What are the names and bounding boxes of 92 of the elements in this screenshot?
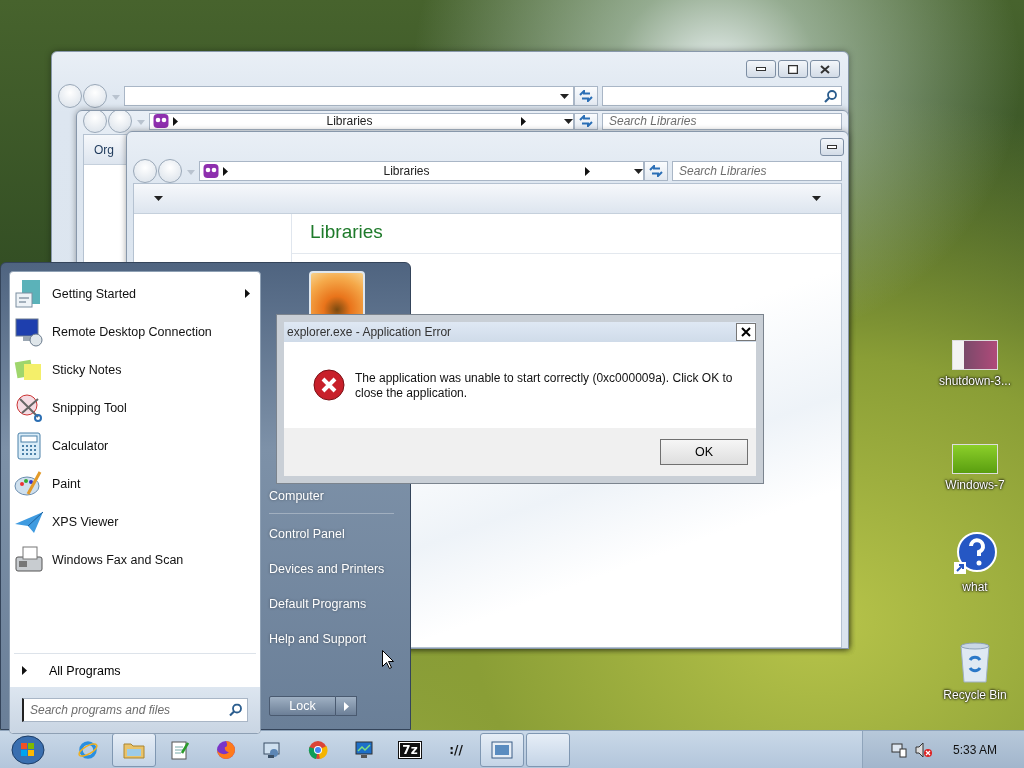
close-icon: [820, 64, 830, 74]
breadcrumb-arrow-icon: [585, 166, 590, 176]
search-icon: [824, 89, 837, 103]
shutdown-options-button[interactable]: [336, 696, 357, 716]
taskbar-button[interactable]: [112, 732, 156, 767]
paint-palette-icon: [14, 469, 44, 499]
program-item[interactable]: Remote Desktop Connection: [10, 313, 260, 351]
monitor-chart-icon: [354, 739, 374, 760]
error-icon: [313, 369, 345, 401]
minimize-button[interactable]: [746, 60, 776, 78]
fax-machine-icon: [14, 545, 44, 575]
scissors-icon: [14, 393, 44, 423]
program-item[interactable]: Calculator: [10, 427, 260, 465]
dropdown-caret-icon: [154, 196, 163, 201]
start-menu-link[interactable]: Devices and Printers: [269, 552, 394, 587]
mouse-pointer-icon: [382, 650, 394, 669]
refresh-button[interactable]: [644, 161, 668, 181]
program-item[interactable]: Paint: [10, 465, 260, 503]
dropdown-caret-icon: [564, 118, 573, 124]
close-button[interactable]: [736, 323, 756, 341]
back-button[interactable]: [58, 84, 82, 108]
breadcrumb-arrow-icon: [223, 166, 228, 176]
monitor-icon: [14, 317, 44, 347]
minimize-icon: [756, 67, 766, 71]
dropdown-caret-icon: [812, 196, 821, 201]
notepad-icon: [171, 739, 189, 760]
address-field[interactable]: Libraries: [199, 161, 644, 181]
address-field[interactable]: [124, 86, 574, 106]
minimize-button[interactable]: [820, 138, 844, 156]
history-caret-icon: [137, 120, 145, 125]
dropdown-caret-icon: [634, 168, 643, 174]
breadcrumb-arrow-icon: [173, 116, 178, 126]
library-heading: Libraries: [292, 214, 841, 254]
forward-button[interactable]: [83, 84, 107, 108]
monitor-icon: [262, 739, 282, 760]
start-menu-link[interactable]: Default Programs: [269, 587, 394, 622]
forward-button[interactable]: [108, 111, 132, 133]
back-button[interactable]: [83, 111, 107, 133]
recycle-bin-icon: [958, 640, 992, 684]
network-icon: [891, 741, 907, 758]
forward-button[interactable]: [158, 159, 182, 183]
search-field[interactable]: Search Libraries: [602, 112, 842, 130]
picture-window-icon: [491, 740, 513, 759]
search-field[interactable]: [602, 86, 842, 106]
close-icon: [741, 327, 751, 337]
start-menu-link[interactable]: Help and Support: [269, 622, 394, 657]
refresh-arrows-icon: [579, 115, 593, 127]
refresh-arrows-icon: [649, 165, 663, 177]
toolbar-button[interactable]: Org: [90, 142, 118, 157]
breadcrumb-arrow-icon: [521, 116, 526, 126]
start-button[interactable]: [8, 733, 48, 766]
maximize-button[interactable]: [778, 60, 808, 78]
breadcrumb-link[interactable]: Libraries: [182, 114, 517, 128]
close-button[interactable]: [810, 60, 840, 78]
dropdown-caret-icon: [560, 93, 569, 99]
windows-orb-icon: [11, 734, 45, 765]
address-field[interactable]: Libraries: [149, 112, 574, 130]
program-item[interactable]: Snipping Tool: [10, 389, 260, 427]
back-button[interactable]: [133, 159, 157, 183]
taskbar-button[interactable]: [526, 732, 570, 767]
program-item[interactable]: XPS Viewer: [10, 503, 260, 541]
history-caret-icon: [112, 95, 120, 100]
taskbar-button[interactable]: [480, 732, 524, 767]
minimize-icon: [827, 145, 837, 149]
error-message: The application was unable to start correctly (0xc000009a). Click OK to close the application.: [355, 370, 734, 401]
submenu-arrow-icon: [245, 289, 250, 298]
dialog-title: explorer.exe - Application Error: [287, 325, 452, 339]
calculator-icon: [14, 431, 44, 461]
thumbnail-image: [952, 444, 998, 474]
speaker-muted-icon: [915, 741, 933, 758]
help-shortcut-icon: [953, 532, 997, 576]
search-icon: [229, 703, 242, 717]
restore-icon: [788, 64, 798, 74]
refresh-button[interactable]: [574, 86, 598, 106]
taskbar-button[interactable]: ://: [434, 732, 478, 767]
thumbnail-image: [952, 340, 998, 370]
taskbar-button[interactable]: 7z: [388, 732, 432, 767]
clock: 5:33 AM: [953, 742, 998, 757]
search-field[interactable]: Search Libraries: [672, 161, 842, 181]
history-caret-icon: [187, 170, 195, 175]
ok-button[interactable]: OK: [660, 439, 748, 465]
chrome-icon: [308, 739, 328, 760]
breadcrumb-link[interactable]: Libraries: [232, 164, 581, 178]
program-item[interactable]: Sticky Notes: [10, 351, 260, 389]
program-item[interactable]: Getting Started: [10, 275, 260, 313]
arrow-icon: [343, 701, 349, 711]
search-field[interactable]: Search programs and files: [22, 698, 248, 722]
program-item[interactable]: Windows Fax and Scan: [10, 541, 260, 579]
refresh-button[interactable]: [574, 112, 598, 130]
folder-icon: [123, 740, 145, 759]
expand-arrow-icon: [22, 666, 27, 675]
refresh-arrows-icon: [579, 90, 593, 102]
